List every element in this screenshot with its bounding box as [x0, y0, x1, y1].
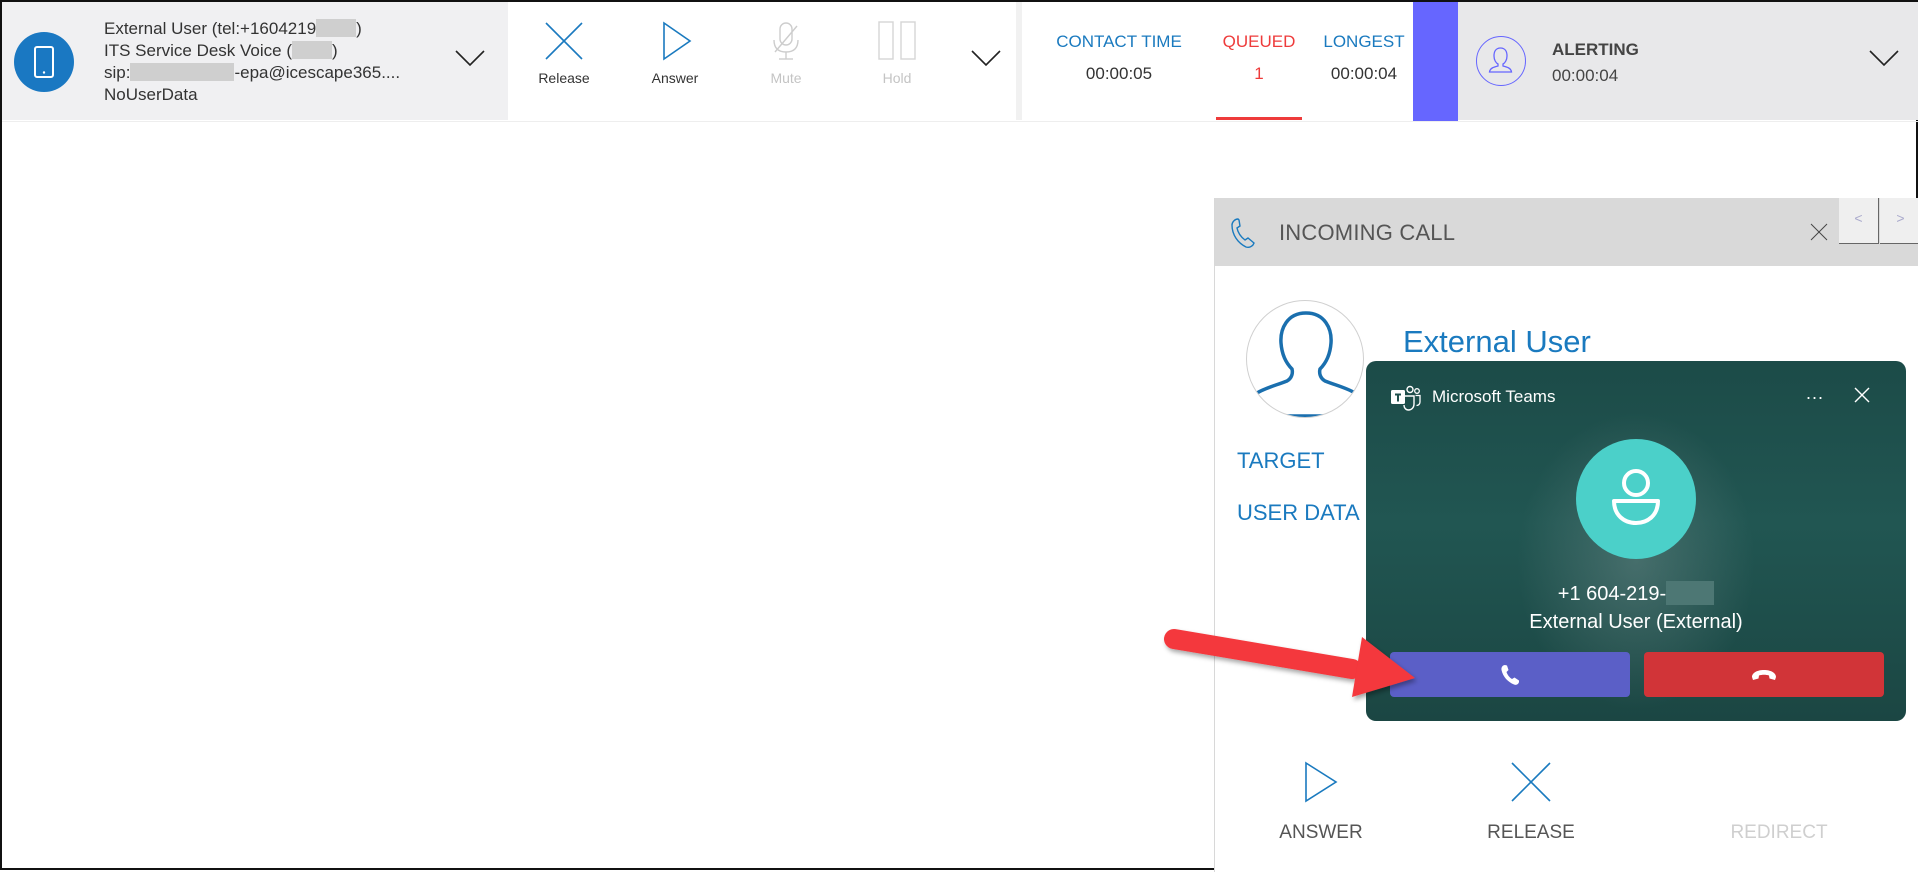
mute-button[interactable]: Mute [736, 20, 836, 86]
redacted-block [130, 63, 235, 81]
more-controls-button[interactable] [970, 48, 1002, 73]
contact-name: External User [1403, 324, 1591, 359]
panel-release-label: RELEASE [1487, 822, 1575, 843]
teams-caller-label: External User (External) [1529, 611, 1743, 633]
caller-line-1: External User (tel:+1604219) [104, 19, 362, 38]
phone-accept-icon [1501, 664, 1519, 685]
alert-time: 00:00:04 [1552, 66, 1619, 85]
teams-accept-call-button[interactable] [1390, 652, 1630, 697]
redacted-block [292, 41, 333, 59]
redacted-block [316, 19, 357, 37]
previous-call-button[interactable]: < [1839, 198, 1879, 244]
x-icon [545, 22, 583, 60]
incoming-call-title: INCOMING CALL [1279, 220, 1456, 245]
teams-decline-call-button[interactable] [1644, 652, 1884, 697]
queued-active-indicator [1216, 117, 1302, 120]
caller-line-2: ITS Service Desk Voice () [104, 41, 338, 60]
panel-answer-label: ANSWER [1279, 822, 1363, 843]
chevron-down-icon [455, 50, 485, 67]
caller-device-avatar [14, 32, 74, 92]
pause-icon [878, 21, 916, 60]
release-button[interactable]: Release [514, 20, 614, 86]
mic-off-icon [773, 22, 799, 60]
mobile-phone-icon [34, 46, 54, 78]
caller-details: External User (tel:+1604219) ITS Service… [104, 18, 400, 106]
teams-app-name: Microsoft Teams [1432, 387, 1556, 406]
longest-label: LONGEST [1323, 32, 1405, 51]
panel-redirect-label: REDIRECT [1730, 822, 1828, 843]
redirect-icon-placeholder [1699, 760, 1859, 804]
teams-caller-avatar [1576, 439, 1696, 559]
caller-summary[interactable]: External User (tel:+1604219) ITS Service… [2, 2, 508, 120]
longest-value: 00:00:04 [1330, 64, 1398, 83]
longest-stat: LONGEST 00:00:04 [1314, 32, 1414, 84]
caller-line-4: NoUserData [104, 85, 198, 104]
incoming-call-header: INCOMING CALL < > [1215, 198, 1918, 266]
user-icon [1488, 47, 1513, 73]
queued-stat[interactable]: QUEUED 1 [1209, 32, 1309, 84]
answer-button[interactable]: Answer [625, 20, 725, 86]
chevron-down-icon [1869, 50, 1899, 67]
play-icon [1305, 761, 1338, 803]
alert-contact-avatar [1476, 36, 1526, 86]
x-icon [1511, 762, 1551, 802]
next-call-button[interactable]: > [1880, 198, 1918, 244]
redacted-block [1666, 581, 1715, 605]
call-controls: Release Answer Mute Hold [508, 2, 1016, 120]
contact-time-stat: CONTACT TIME 00:00:05 [1044, 32, 1194, 84]
contact-avatar [1246, 300, 1364, 418]
alert-status-strip [1413, 2, 1458, 122]
user-data-link[interactable]: USER DATA [1237, 500, 1360, 526]
person-icon [1612, 469, 1660, 525]
teams-logo-icon [1390, 385, 1422, 416]
phone-hangup-icon [1752, 669, 1776, 680]
play-icon [663, 21, 692, 61]
topbar-divider [2, 121, 1918, 122]
hold-label: Hold [882, 70, 912, 86]
phone-icon [1229, 216, 1259, 255]
panel-redirect-button[interactable]: REDIRECT [1699, 760, 1859, 844]
target-link[interactable]: TARGET [1237, 448, 1325, 474]
queue-stats: CONTACT TIME 00:00:05 QUEUED 1 LONGEST 0… [1022, 2, 1412, 120]
contact-time-label: CONTACT TIME [1056, 32, 1182, 51]
alert-status: ALERTING [1552, 40, 1639, 59]
release-label: Release [538, 70, 590, 86]
close-panel-button[interactable] [1809, 222, 1829, 247]
teams-close-button[interactable] [1854, 387, 1870, 408]
hold-button[interactable]: Hold [847, 20, 947, 86]
caller-line-3: sip: -epa@icescape365.... [104, 63, 401, 82]
queued-value: 1 [1254, 64, 1264, 83]
queued-label: QUEUED [1222, 32, 1296, 51]
answer-label: Answer [651, 70, 699, 86]
alert-expand-button[interactable] [1868, 48, 1900, 73]
caller-expand-button[interactable] [454, 48, 486, 73]
alerting-contact[interactable]: ALERTING 00:00:04 [1458, 2, 1918, 120]
close-icon [1854, 387, 1870, 403]
mute-label: Mute [770, 70, 802, 86]
close-icon [1810, 223, 1828, 241]
teams-more-options-button[interactable]: ... [1806, 383, 1824, 404]
teams-caller-number: +1 604-219- [1366, 581, 1906, 606]
contact-time-value: 00:00:05 [1085, 64, 1153, 83]
panel-release-button[interactable]: RELEASE [1451, 760, 1611, 844]
panel-answer-button[interactable]: ANSWER [1241, 760, 1401, 844]
chevron-down-icon [971, 50, 1001, 67]
teams-incoming-call-toast: Microsoft Teams ... +1 604-219- External… [1366, 361, 1906, 721]
user-silhouette-icon [1256, 311, 1356, 417]
